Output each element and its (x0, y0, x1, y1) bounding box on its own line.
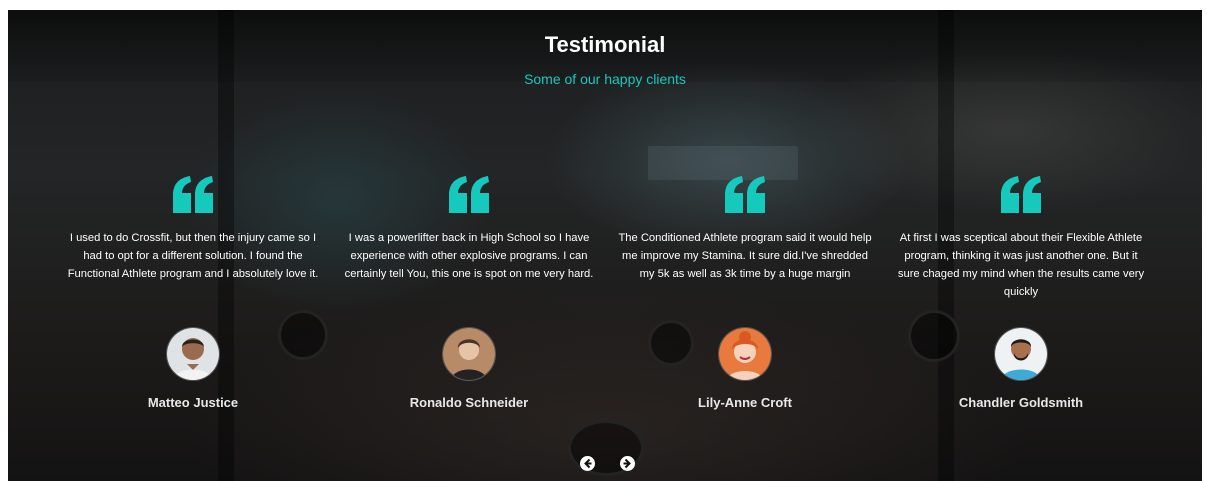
testimonial-author-name: Matteo Justice (147, 395, 239, 410)
testimonial-card: I was a powerlifter back in High School … (339, 175, 599, 410)
testimonial-quote: At first I was sceptical about their Fle… (897, 232, 1145, 298)
testimonial-quote: The Conditioned Athlete program said it … (618, 232, 872, 280)
quote-icon (449, 176, 489, 213)
testimonial-card: The Conditioned Athlete program said it … (615, 175, 875, 410)
quote-icon (173, 176, 213, 213)
testimonial-card: At first I was sceptical about their Fle… (891, 175, 1151, 410)
carousel-prev-button[interactable] (580, 456, 595, 471)
person-avatar-icon (166, 327, 220, 381)
section-subtitle: Some of our happy clients (524, 71, 686, 87)
quote-icon (1001, 176, 1041, 213)
testimonial-author-name: Lily-Anne Croft (698, 395, 792, 410)
testimonial-quote: I was a powerlifter back in High School … (344, 232, 594, 280)
arrow-left-circle-icon (584, 458, 592, 469)
testimonial-section: Testimonial Some of our happy clients I … (8, 10, 1202, 481)
person-avatar-icon (994, 327, 1048, 381)
person-avatar-icon (442, 327, 496, 381)
testimonial-card: I used to do Crossfit, but then the inju… (63, 175, 323, 410)
testimonial-author-name: Chandler Goldsmith (958, 395, 1084, 410)
quote-icon (725, 176, 765, 213)
arrow-right-circle-icon (623, 458, 631, 469)
carousel-next-button[interactable] (620, 456, 635, 471)
section-title: Testimonial (544, 32, 666, 57)
person-avatar-icon (718, 327, 772, 381)
testimonial-author-name: Ronaldo Schneider (409, 395, 529, 410)
testimonial-quote: I used to do Crossfit, but then the inju… (67, 232, 319, 280)
